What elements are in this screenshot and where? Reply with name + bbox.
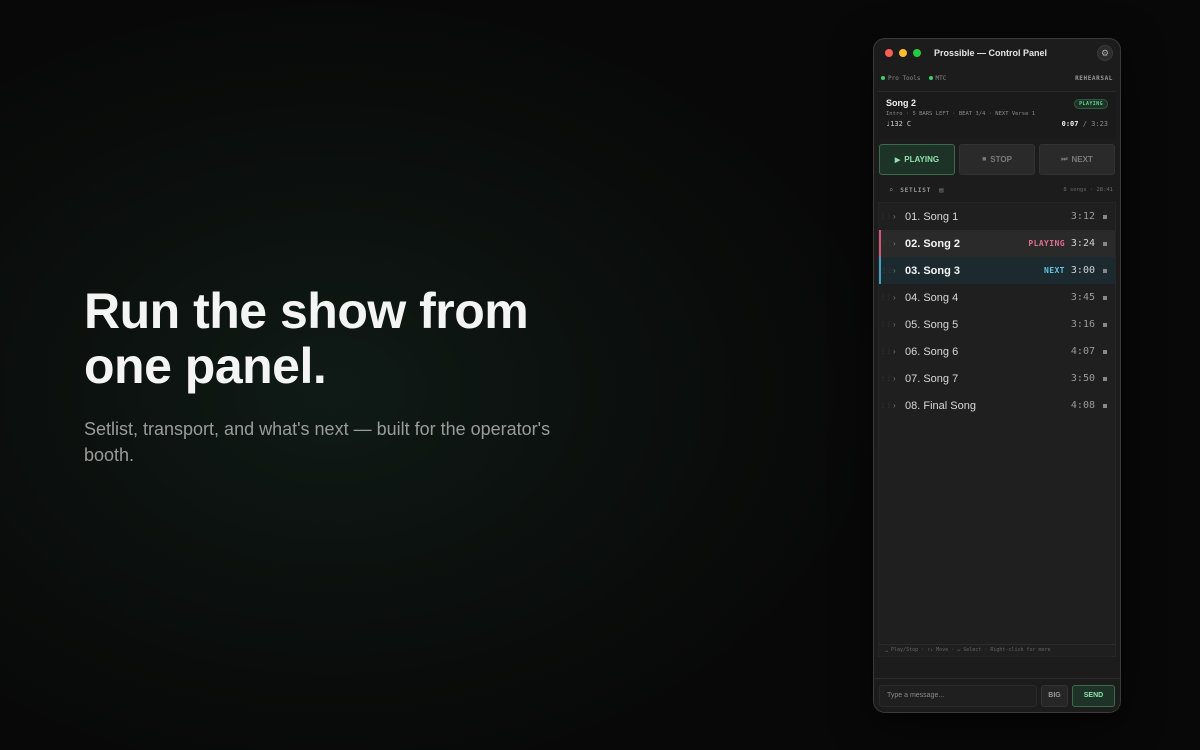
song-duration: 4:07 bbox=[1070, 346, 1095, 357]
song-name: 07. Song 7 bbox=[905, 372, 959, 385]
song-name: 08. Final Song bbox=[905, 399, 976, 412]
song-name: 04. Song 4 bbox=[905, 291, 959, 304]
status-source-label: Pro Tools bbox=[888, 74, 921, 82]
zoom-window-button[interactable] bbox=[913, 49, 921, 57]
total-time: 3:23 bbox=[1091, 120, 1108, 128]
now-playing-panel: Song 2 PLAYING Intro · 5 BARS LEFT · BEA… bbox=[878, 91, 1116, 138]
setlist-row[interactable]: ⋮⋮ › 07. Song 7 3:50 bbox=[879, 365, 1115, 392]
minimize-window-button[interactable] bbox=[899, 49, 907, 57]
drag-handle-icon[interactable]: ⋮⋮ bbox=[879, 348, 893, 355]
song-marker-icon[interactable] bbox=[1103, 376, 1107, 381]
status-source-label: MTC bbox=[935, 74, 947, 82]
chevron-right-icon[interactable]: › bbox=[893, 320, 901, 329]
song-duration: 3:00 bbox=[1070, 265, 1095, 276]
song-duration: 3:45 bbox=[1070, 292, 1095, 303]
hero-subhead: Setlist, transport, and what's next — bu… bbox=[84, 419, 551, 465]
chevron-right-icon[interactable]: › bbox=[893, 347, 901, 356]
setlist-header: ⌕ SETLIST ▤ 8 songs · 28:41 bbox=[874, 182, 1120, 198]
message-composer: BIG SEND bbox=[874, 678, 1120, 712]
setlist-label: SETLIST bbox=[900, 186, 932, 194]
setlist-row[interactable]: ⋮⋮ › 05. Song 5 3:16 bbox=[879, 311, 1115, 338]
send-button[interactable]: SEND bbox=[1072, 684, 1115, 707]
song-name: 01. Song 1 bbox=[905, 210, 959, 223]
song-duration: 3:50 bbox=[1070, 373, 1095, 384]
now-playing-section-info: Intro · 5 BARS LEFT · BEAT 3/4 · NEXT Ve… bbox=[886, 111, 1036, 117]
chevron-right-icon[interactable]: › bbox=[893, 239, 901, 248]
time-readout: 0:07 / 3:23 bbox=[1062, 120, 1108, 128]
setlist-row[interactable]: ⋮⋮ › 03. Song 3 NEXT 3:00 bbox=[879, 257, 1115, 284]
big-button[interactable]: BIG bbox=[1041, 684, 1068, 707]
song-duration: 3:24 bbox=[1070, 238, 1095, 249]
hero: Run the show from one panel. Setlist, tr… bbox=[84, 284, 604, 468]
chevron-right-icon[interactable]: › bbox=[893, 266, 901, 275]
gear-icon[interactable]: ⚙ bbox=[1097, 45, 1113, 61]
chevron-right-icon[interactable]: › bbox=[893, 212, 901, 221]
now-playing-meta: ♩132 C 0:07 / 3:23 bbox=[886, 120, 1108, 128]
mode-indicator[interactable]: REHEARSAL bbox=[1075, 75, 1113, 82]
stop-button-label: STOP bbox=[990, 155, 1012, 164]
song-duration: 3:16 bbox=[1070, 319, 1095, 330]
next-button[interactable]: ⏭ NEXT bbox=[1039, 144, 1115, 175]
song-name: 06. Song 6 bbox=[905, 345, 959, 358]
hero-headline: Run the show from one panel. bbox=[84, 283, 529, 394]
control-panel-window: Prossible — Control Panel ⚙ Pro Tools MT… bbox=[873, 38, 1121, 713]
song-marker-icon[interactable] bbox=[1103, 403, 1107, 408]
stop-button[interactable]: ■ STOP bbox=[959, 144, 1035, 175]
drag-handle-icon[interactable]: ⋮⋮ bbox=[881, 240, 893, 247]
song-name: 05. Song 5 bbox=[905, 318, 959, 331]
song-duration: 3:12 bbox=[1070, 211, 1095, 222]
chevron-right-icon[interactable]: › bbox=[893, 401, 901, 410]
skip-next-icon: ⏭ bbox=[1061, 155, 1068, 163]
song-name: 02. Song 2 bbox=[905, 237, 961, 250]
song-marker-icon[interactable] bbox=[1103, 241, 1107, 246]
status-led-icon bbox=[881, 76, 885, 80]
list-view-icon[interactable]: ▤ bbox=[939, 186, 943, 194]
play-button[interactable]: ▶ PLAYING bbox=[879, 144, 955, 175]
song-marker-icon[interactable] bbox=[1103, 349, 1107, 354]
drag-handle-icon[interactable]: ⋮⋮ bbox=[879, 321, 893, 328]
play-button-label: PLAYING bbox=[904, 155, 940, 164]
setlist-row[interactable]: ⋮⋮ › 02. Song 2 PLAYING 3:24 bbox=[879, 230, 1115, 257]
drag-handle-icon[interactable]: ⋮⋮ bbox=[879, 213, 893, 220]
status-bar: Pro Tools MTC REHEARSAL bbox=[874, 69, 1120, 87]
song-duration: 4:08 bbox=[1070, 400, 1095, 411]
status-badge: PLAYING bbox=[1074, 99, 1108, 109]
status-source-pro-tools: Pro Tools bbox=[881, 75, 921, 82]
elapsed-time: 0:07 bbox=[1061, 120, 1079, 128]
chevron-right-icon[interactable]: › bbox=[893, 293, 901, 302]
setlist: ⋮⋮ › 01. Song 1 3:12 ⋮⋮ › 02. Song 2 PLAYING 3:2… bbox=[878, 202, 1116, 657]
song-marker-icon[interactable] bbox=[1103, 322, 1107, 327]
setlist-row[interactable]: ⋮⋮ › 01. Song 1 3:12 bbox=[879, 203, 1115, 230]
setlist-row[interactable]: ⋮⋮ › 08. Final Song 4:08 bbox=[879, 392, 1115, 419]
drag-handle-icon[interactable]: ⋮⋮ bbox=[879, 375, 893, 382]
window-title: Prossible — Control Panel bbox=[934, 48, 1048, 58]
song-marker-icon[interactable] bbox=[1103, 295, 1107, 300]
song-status-flag: NEXT bbox=[1044, 266, 1065, 275]
next-button-label: NEXT bbox=[1071, 155, 1093, 164]
stop-icon: ■ bbox=[982, 156, 987, 163]
search-icon[interactable]: ⌕ bbox=[889, 186, 893, 194]
status-led-icon bbox=[928, 76, 933, 80]
keyboard-hints: ␣ Play/Stop · ↑↓ Move · ↵ Select · Right… bbox=[879, 644, 1115, 653]
tempo-readout: ♩132 bbox=[886, 120, 903, 128]
song-marker-icon[interactable] bbox=[1103, 214, 1107, 219]
time-separator: / bbox=[1082, 120, 1087, 128]
setlist-row[interactable]: ⋮⋮ › 06. Song 6 4:07 bbox=[879, 338, 1115, 365]
title-bar: Prossible — Control Panel ⚙ bbox=[874, 39, 1120, 69]
message-input[interactable] bbox=[879, 684, 1037, 707]
drag-handle-icon[interactable]: ⋮⋮ bbox=[881, 267, 893, 274]
play-icon: ▶ bbox=[894, 156, 901, 164]
drag-handle-icon[interactable]: ⋮⋮ bbox=[879, 402, 893, 409]
setlist-summary: 8 songs · 28:41 bbox=[1063, 187, 1113, 193]
song-marker-icon[interactable] bbox=[1103, 268, 1107, 273]
close-window-button[interactable] bbox=[885, 49, 893, 57]
song-status-flag: PLAYING bbox=[1028, 239, 1065, 248]
song-name: 03. Song 3 bbox=[905, 264, 961, 277]
chevron-right-icon[interactable]: › bbox=[893, 374, 901, 383]
key-readout: C bbox=[906, 120, 912, 128]
status-source-mtc: MTC bbox=[928, 74, 947, 82]
setlist-row[interactable]: ⋮⋮ › 04. Song 4 3:45 bbox=[879, 284, 1115, 311]
transport-controls: ▶ PLAYING ■ STOP ⏭ NEXT bbox=[874, 138, 1120, 175]
drag-handle-icon[interactable]: ⋮⋮ bbox=[879, 294, 893, 301]
